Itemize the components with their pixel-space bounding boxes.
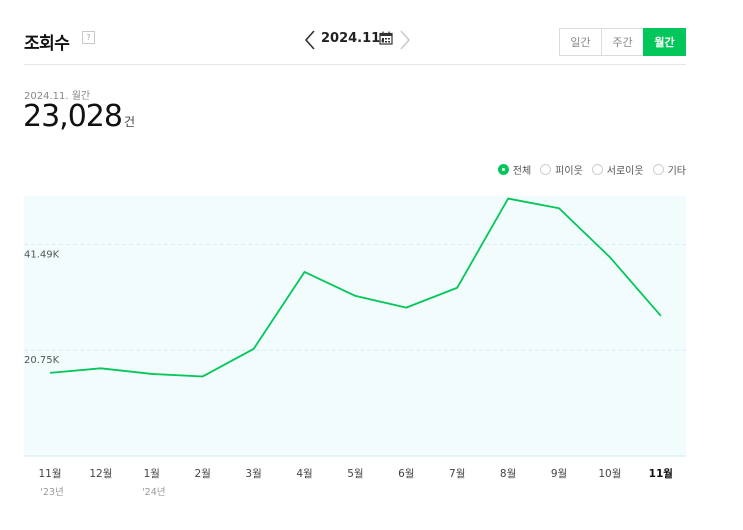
x-tick-label: 10월 <box>598 468 621 480</box>
data-point[interactable] <box>353 294 357 298</box>
x-tick-label: 4월 <box>296 468 312 480</box>
x-tick-label: 8월 <box>500 468 516 480</box>
x-tick-label: 5월 <box>347 468 363 480</box>
data-point[interactable] <box>557 206 561 210</box>
x-tick-label: 2월 <box>195 468 211 480</box>
data-point[interactable] <box>506 197 510 201</box>
data-point[interactable] <box>201 374 205 378</box>
x-tick-label: 6월 <box>398 468 414 480</box>
data-point[interactable] <box>608 255 612 259</box>
x-tick-label: 3월 <box>245 468 261 480</box>
y-tick-label: 41.49K <box>24 249 60 260</box>
x-tick-label: 12월 <box>89 468 112 480</box>
data-point[interactable] <box>303 270 307 274</box>
x-tick-label: 9월 <box>551 468 567 480</box>
x-tick-label: 1월 <box>144 468 160 480</box>
data-point[interactable] <box>48 371 52 375</box>
data-point[interactable] <box>150 372 154 376</box>
x-tick-label: 7월 <box>449 468 465 480</box>
data-point[interactable] <box>659 314 663 318</box>
line-chart: 20.75K 41.49K 11월 '23년 12월 1월 '24년 2월 3월 4월 5월 6월 7월… <box>24 196 686 498</box>
x-year-label: '24년 <box>142 487 165 498</box>
data-point[interactable] <box>99 366 103 370</box>
data-point[interactable] <box>404 306 408 310</box>
monthly-tab[interactable]: 월간 <box>643 28 686 56</box>
data-point[interactable] <box>455 286 459 290</box>
x-tick-label: 11월 <box>38 468 61 480</box>
data-point[interactable] <box>252 347 256 351</box>
y-tick-label: 20.75K <box>24 355 60 366</box>
x-year-label: '23년 <box>40 487 63 498</box>
x-tick-label: 11월 <box>649 467 673 480</box>
